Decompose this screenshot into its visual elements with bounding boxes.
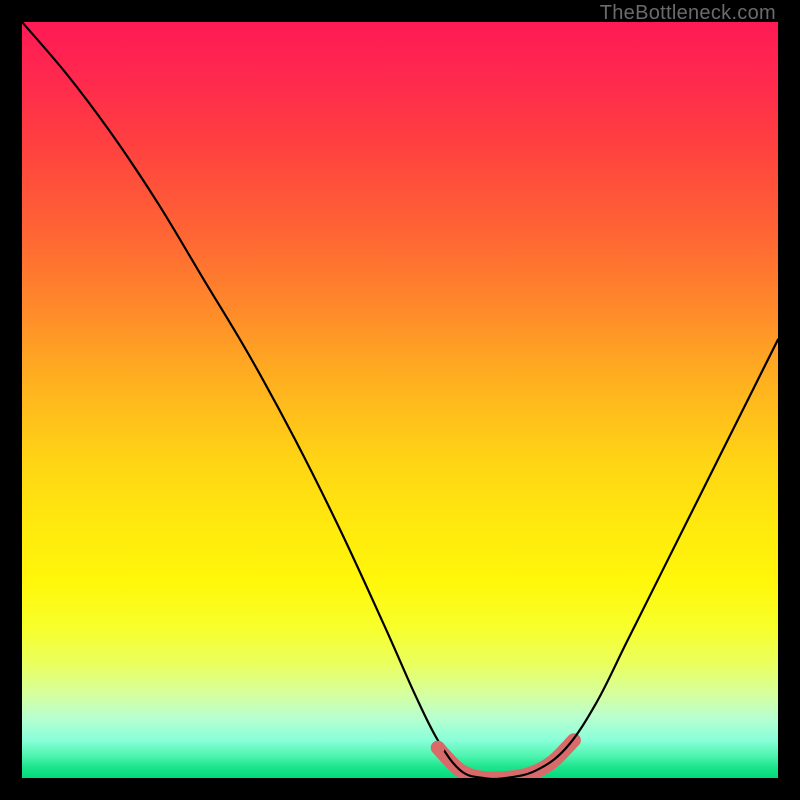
curve-layer — [22, 22, 778, 778]
plot-area — [22, 22, 778, 778]
watermark-text: TheBottleneck.com — [600, 2, 776, 25]
bottleneck-curve — [22, 22, 778, 778]
highlight-dot — [431, 741, 445, 755]
chart-frame: TheBottleneck.com — [0, 0, 800, 800]
